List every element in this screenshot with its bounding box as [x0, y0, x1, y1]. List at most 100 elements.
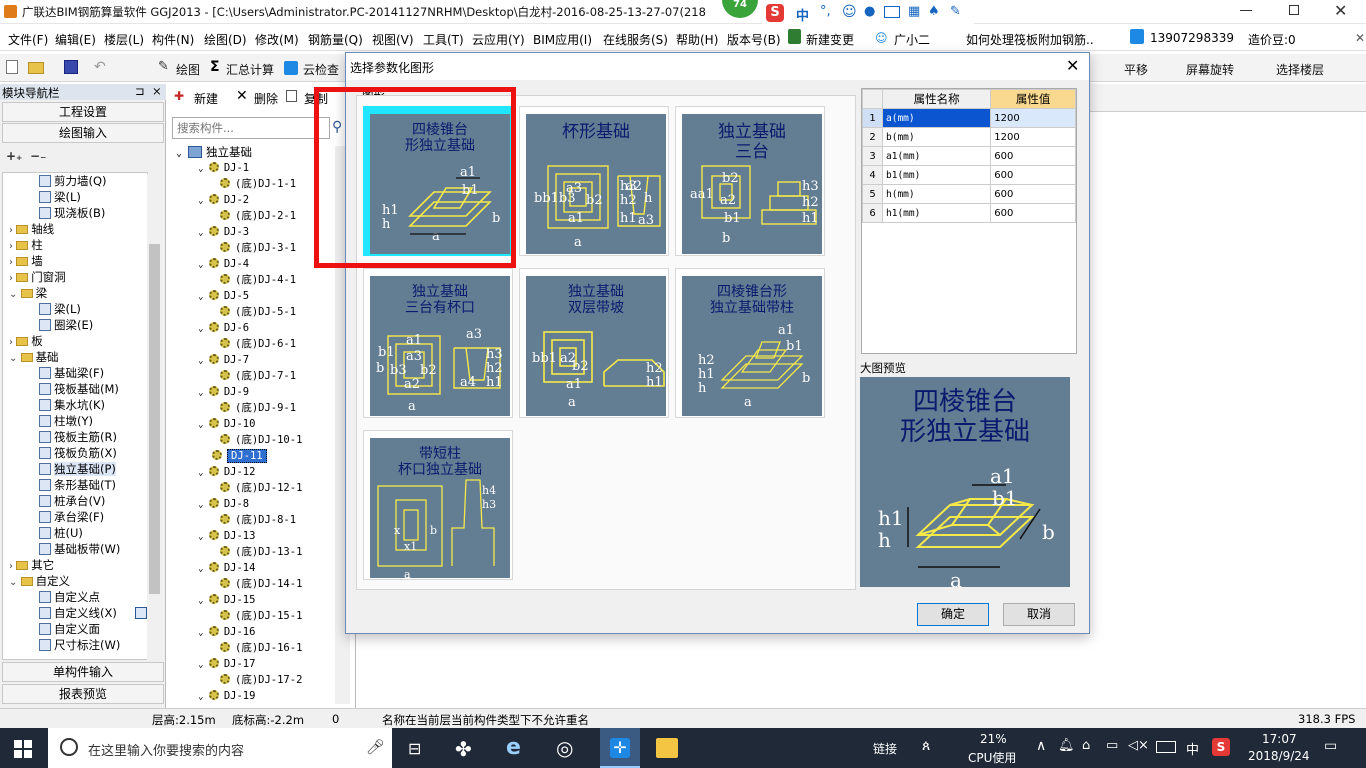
component-subitem[interactable]: (底)DJ-4-1 — [220, 272, 296, 288]
property-value-cell[interactable]: 1200 — [990, 127, 1076, 147]
nav-folder[interactable]: › 墙 — [9, 253, 43, 269]
nav-item[interactable]: 自定义面 — [39, 621, 100, 637]
nav-item[interactable]: 梁(L) — [39, 189, 81, 205]
collapse-arrow-icon[interactable]: ⌄ — [198, 596, 209, 606]
project-settings-button[interactable]: 工程设置 — [2, 102, 164, 122]
collapse-arrow-icon[interactable]: ⌄ — [198, 420, 209, 430]
nav-item[interactable]: 圈梁(E) — [39, 317, 93, 333]
nav-folder[interactable]: › 轴线 — [9, 221, 54, 237]
nav-item[interactable]: 条形基础(T) — [39, 477, 116, 493]
collapse-arrow-icon[interactable]: ⌄ — [198, 628, 209, 638]
collapse-arrow-icon[interactable]: ⌄ — [198, 532, 209, 542]
keyboard-tray-icon[interactable] — [1156, 741, 1176, 753]
property-value-cell[interactable]: 1200 — [990, 108, 1076, 128]
new-file-icon[interactable] — [6, 60, 18, 74]
nav-item[interactable]: 自定义点 — [39, 589, 100, 605]
tray-up-icon[interactable]: ∧ — [1036, 738, 1046, 754]
clock-time[interactable]: 17:07 — [1262, 732, 1297, 746]
collapse-arrow-icon[interactable]: ⌄ — [198, 260, 209, 270]
component-subitem[interactable]: (底)DJ-9-1 — [220, 400, 296, 416]
component-search-input[interactable] — [172, 117, 330, 139]
menu-floor[interactable]: 楼层(L) — [104, 31, 144, 48]
ime-tray-label[interactable]: 中 — [1186, 739, 1199, 758]
component-item[interactable]: ⌄ DJ-5 — [198, 288, 249, 304]
menu-tools[interactable]: 工具(T) — [423, 31, 464, 48]
bell-icon[interactable]: 🔔︎ — [1058, 738, 1075, 753]
menu-version[interactable]: 版本号(B) — [727, 31, 781, 48]
fan-app-icon[interactable]: ✤ — [455, 737, 472, 761]
expand-arrow-icon[interactable]: › — [9, 561, 16, 572]
menu-draw[interactable]: 绘图(D) — [204, 31, 247, 48]
module-tree-scrollbar[interactable] — [147, 174, 162, 660]
single-input-button[interactable]: 单构件输入 — [2, 662, 164, 682]
nav-item[interactable]: 筏板负筋(X) — [39, 445, 117, 461]
battery-icon[interactable]: ▭ — [1106, 738, 1118, 753]
table-row[interactable]: 6 h1(mm) 600 — [862, 203, 1076, 223]
collapse-arrow-icon[interactable]: ⌄ — [198, 164, 209, 174]
expand-arrow-icon[interactable]: ⌄ — [9, 289, 21, 300]
volume-icon[interactable]: ◁× — [1128, 738, 1149, 753]
nav-item[interactable]: 剪力墙(Q) — [39, 173, 107, 189]
component-item[interactable]: ⌄ DJ-6 — [198, 320, 249, 336]
component-item[interactable]: ⌄ DJ-19 — [198, 688, 255, 704]
component-subitem[interactable]: (底)DJ-12-1 — [220, 480, 302, 496]
glodon-taskbar-icon[interactable]: ✛ — [600, 728, 640, 768]
shape-tile[interactable]: 独立基础 双层带坡 bb1 a2 b2 a1 h2 h1 a — [519, 268, 669, 418]
component-subitem[interactable]: (底)DJ-2-1 — [220, 208, 296, 224]
restore-button[interactable] — [1289, 5, 1299, 15]
expand-arrow-icon[interactable]: › — [9, 225, 16, 236]
nav-item[interactable]: 筏板主筋(R) — [39, 429, 117, 445]
collapse-arrow-icon[interactable]: ⌄ — [176, 148, 188, 159]
delete-button[interactable]: 删除 — [254, 90, 278, 107]
nav-item[interactable]: 筏板基础(M) — [39, 381, 119, 397]
component-root[interactable]: ⌄ 独立基础 — [176, 146, 252, 160]
question-link[interactable]: 如何处理筏板附加钢筋.. — [966, 31, 1094, 48]
component-subitem[interactable]: (底)DJ-1-1 — [220, 176, 296, 192]
property-value-cell[interactable]: 600 — [990, 203, 1076, 223]
drawing-input-button[interactable]: 绘图输入 — [2, 123, 164, 143]
nav-item[interactable]: 独立基础(P) — [39, 461, 116, 477]
menu-edit[interactable]: 编辑(E) — [55, 31, 96, 48]
sum-button[interactable]: 汇总计算 — [226, 61, 274, 78]
component-subitem[interactable]: (底)DJ-3-1 — [220, 240, 296, 256]
component-item[interactable]: ⌄ DJ-1 — [198, 160, 249, 176]
nav-folder[interactable]: ⌄ 基础 — [9, 349, 59, 365]
phone-account[interactable]: 13907298339 — [1150, 31, 1234, 45]
collapse-all-icon[interactable]: −₋ — [30, 149, 46, 163]
component-subitem[interactable]: (底)DJ-17-2 — [220, 672, 302, 688]
clock-date[interactable]: 2018/9/24 — [1248, 749, 1310, 763]
expand-arrow-icon[interactable]: › — [9, 273, 16, 284]
dialog-close-icon[interactable]: ✕ — [1066, 56, 1079, 75]
component-item[interactable]: ⌄ DJ-8 — [198, 496, 249, 512]
component-subitem[interactable]: (底)DJ-14-1 — [220, 576, 302, 592]
open-folder-icon[interactable] — [28, 62, 44, 74]
browser-icon[interactable]: ◎ — [556, 736, 573, 760]
collapse-arrow-icon[interactable]: ⌄ — [198, 564, 209, 574]
nav-folder[interactable]: › 柱 — [9, 237, 43, 253]
nav-folder[interactable]: › 门窗洞 — [9, 269, 66, 285]
component-subitem[interactable]: (底)DJ-8-1 — [220, 512, 296, 528]
shape-tile[interactable]: 独立基础 三台 aa1 b2 a2 b1 h3 h2 h1 b — [675, 106, 825, 256]
nav-item[interactable]: 承台梁(F) — [39, 509, 104, 525]
collapse-arrow-icon[interactable]: ⌄ — [198, 468, 209, 478]
task-view-icon[interactable]: ⊟ — [408, 739, 421, 758]
nav-folder[interactable]: ⌄ 自定义 — [9, 573, 70, 589]
menu-rebar[interactable]: 钢筋量(Q) — [308, 31, 363, 48]
component-item[interactable]: ⌄ DJ-2 — [198, 192, 249, 208]
component-item[interactable]: ⌄ DJ-3 — [198, 224, 249, 240]
score-badge[interactable]: 74 — [722, 0, 758, 18]
people-icon[interactable]: ጰ — [922, 738, 930, 754]
nav-folder[interactable]: ⌄ 梁 — [9, 285, 47, 301]
select-floor-button[interactable]: 选择楼层 — [1276, 61, 1324, 78]
collapse-arrow-icon[interactable]: ⌄ — [198, 228, 209, 238]
expand-all-icon[interactable]: +₊ — [6, 149, 22, 163]
rotate-button[interactable]: 屏幕旋转 — [1186, 61, 1234, 78]
collapse-arrow-icon[interactable]: ⌄ — [198, 324, 209, 334]
new-component-button[interactable]: 新建 — [194, 90, 218, 107]
nav-item[interactable]: 基础梁(F) — [39, 365, 104, 381]
table-row[interactable]: 2 b(mm) 1200 — [862, 127, 1076, 147]
cloud-check-button[interactable]: 云检查 — [303, 61, 339, 78]
table-row[interactable]: 5 h(mm) 600 — [862, 184, 1076, 204]
shape-tile[interactable]: 杯形基础 bb1b3 a3 b2 h3 h2 h1 h a2 a3 a1 a — [519, 106, 669, 256]
windows-start-icon[interactable] — [14, 740, 32, 758]
